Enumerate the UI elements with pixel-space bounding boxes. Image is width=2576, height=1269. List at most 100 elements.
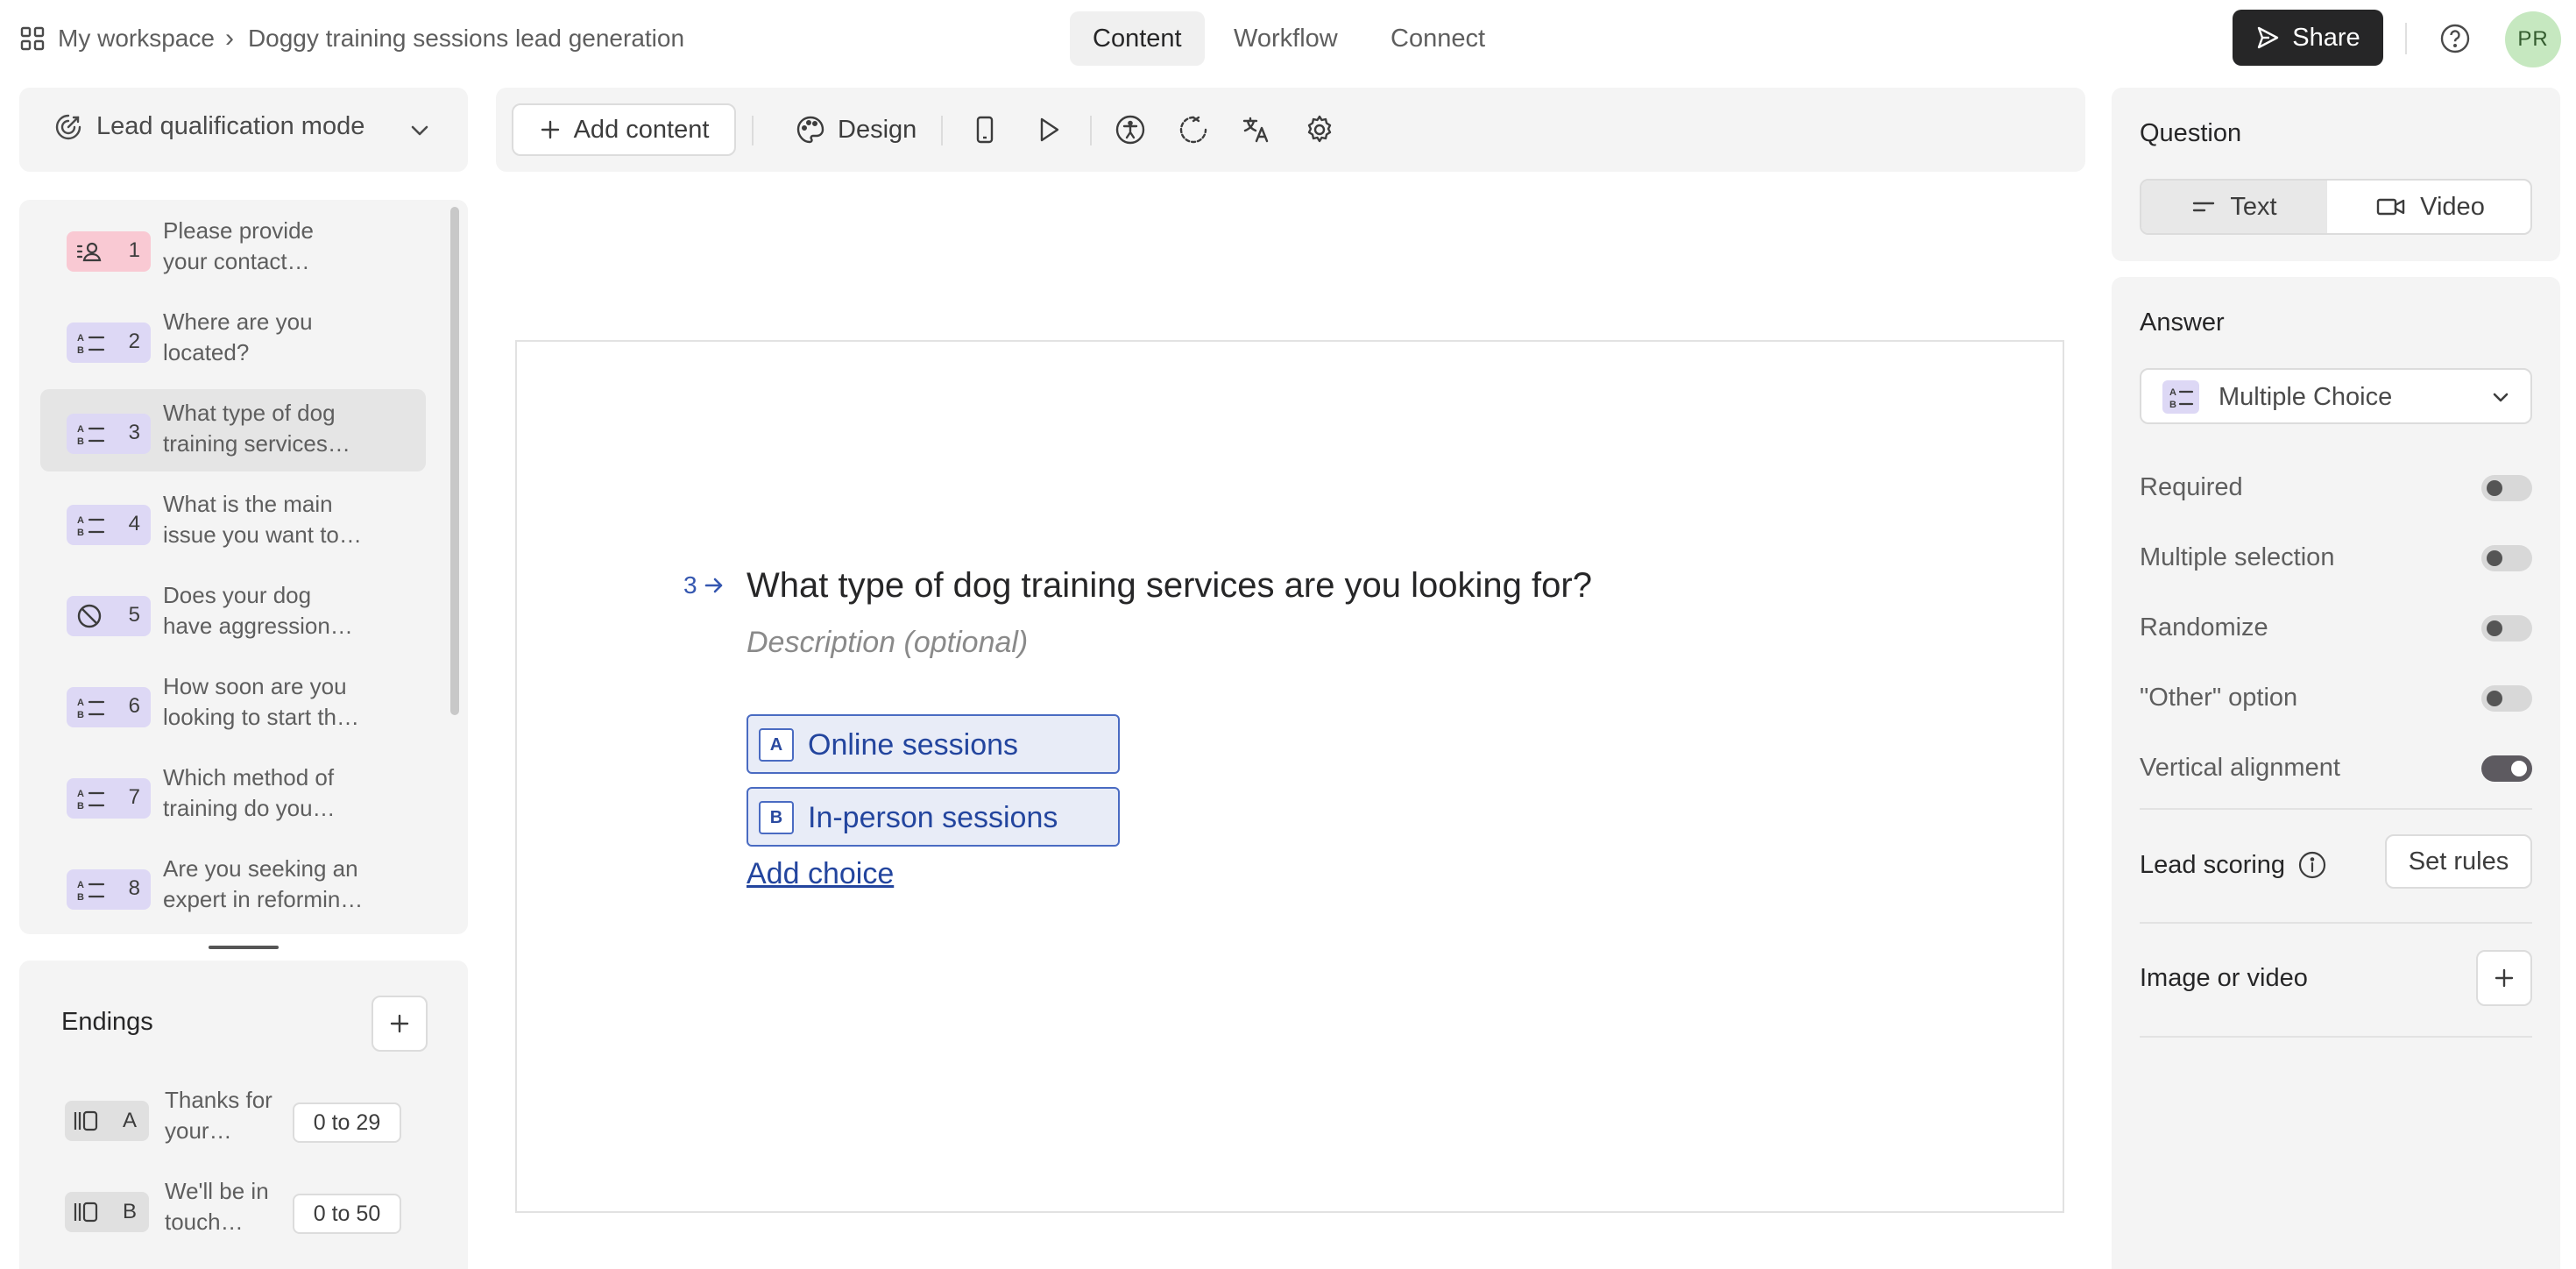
question-preview-line2: training services… xyxy=(163,430,350,457)
tab-connect[interactable]: Connect xyxy=(1368,11,1508,66)
info-icon[interactable] xyxy=(2297,850,2327,880)
setting-toggle[interactable] xyxy=(2481,475,2532,501)
sidebar-question-8[interactable]: A B 8 Are you seeking an expert in reformin… xyxy=(40,845,426,927)
tab-workflow[interactable]: Workflow xyxy=(1211,11,1361,66)
endings-panel: Endings A Thanks for your… 0 to 29 B We'll be… xyxy=(19,961,468,1269)
sidebar-question-3[interactable]: A B 3 What type of dog training services… xyxy=(40,389,426,471)
sidebar-question-4[interactable]: A B 4 What is the main issue you want to… xyxy=(40,480,426,563)
question-preview: What is the main issue you want to… xyxy=(163,489,391,550)
question-number-label: 3 xyxy=(683,571,697,599)
ending-score-range[interactable]: 0 to 50 xyxy=(293,1194,401,1234)
send-icon xyxy=(2255,25,2280,50)
accessibility-icon[interactable] xyxy=(1115,114,1146,145)
svg-text:B: B xyxy=(2169,400,2176,410)
settings-gear-icon[interactable] xyxy=(1304,114,1335,145)
setting-toggle[interactable] xyxy=(2481,615,2532,642)
add-content-button[interactable]: Add content xyxy=(512,103,736,156)
question-preview: Where are you located? xyxy=(163,307,391,368)
toggle-knob xyxy=(2487,620,2502,636)
panel-resize-handle[interactable] xyxy=(209,946,279,949)
mobile-preview-icon[interactable] xyxy=(969,114,1001,145)
sidebar-question-6[interactable]: A B 6 How soon are you looking to start th… xyxy=(40,663,426,745)
choice-label[interactable]: Online sessions xyxy=(808,728,1018,762)
choice-label[interactable]: In-person sessions xyxy=(808,801,1058,835)
choice-b[interactable]: B In-person sessions xyxy=(747,787,1120,847)
lead-mode-dropdown[interactable]: Lead qualification mode xyxy=(19,88,468,172)
svg-text:A: A xyxy=(77,424,84,435)
lead-scoring-label: Lead scoring xyxy=(2140,850,2286,879)
chevron-right-icon: › xyxy=(224,24,234,53)
question-type-badge: AB 7 xyxy=(67,778,151,819)
choice-key: A xyxy=(759,728,794,762)
translate-icon[interactable] xyxy=(1241,114,1272,145)
multiple-choice-icon: AB xyxy=(75,694,105,720)
question-preview: Please provide your contact… xyxy=(163,216,391,277)
setting-toggle[interactable] xyxy=(2481,545,2532,571)
question-preview: What type of dog training services… xyxy=(163,398,391,459)
design-button[interactable]: Design xyxy=(785,103,927,156)
toggle-knob xyxy=(2487,691,2502,706)
question-number: 3 xyxy=(683,571,725,599)
play-icon[interactable] xyxy=(1032,114,1064,145)
form-preview-canvas[interactable] xyxy=(515,340,2064,1213)
question-list[interactable]: 1 Please provide your contact… A B 2 Where are… xyxy=(19,200,468,934)
grid-icon[interactable] xyxy=(19,25,46,52)
question-type-badge: AB 3 xyxy=(67,414,151,454)
set-rules-button[interactable]: Set rules xyxy=(2385,834,2532,889)
breadcrumb-form-title[interactable]: Doggy training sessions lead generation xyxy=(248,25,684,53)
add-media-button[interactable] xyxy=(2476,950,2532,1006)
question-preview-line2: looking to start th… xyxy=(163,704,359,730)
question-type-badge: AB 6 xyxy=(67,687,151,727)
setting-label: "Other" option xyxy=(2140,684,2298,712)
divider xyxy=(2140,1036,2532,1038)
toggle-knob xyxy=(2487,480,2502,496)
ending-preview: Thanks for your… xyxy=(165,1085,296,1146)
question-preview-line1: How soon are you xyxy=(163,673,347,699)
sidebar-question-2[interactable]: A B 2 Where are you located? xyxy=(40,298,426,380)
choice-key: B xyxy=(759,801,794,834)
ending-badge: A xyxy=(65,1101,149,1141)
setting-toggle[interactable] xyxy=(2481,685,2532,712)
logic-icon[interactable] xyxy=(1178,114,1209,145)
question-type-video[interactable]: Video xyxy=(2327,181,2530,233)
tab-content[interactable]: Content xyxy=(1070,11,1205,66)
multiple-choice-icon: AB xyxy=(75,876,105,903)
sidebar-question-1[interactable]: 1 Please provide your contact… xyxy=(40,207,426,289)
answer-type-dropdown[interactable]: A B Multiple Choice xyxy=(2140,368,2532,424)
ending-preview-line2: touch… xyxy=(165,1209,244,1235)
question-number: 5 xyxy=(128,603,140,627)
avatar[interactable]: PR xyxy=(2505,11,2561,67)
chevron-down-icon xyxy=(2490,387,2511,408)
ending-a[interactable]: A Thanks for your… 0 to 29 xyxy=(19,1080,468,1162)
sidebar-question-7[interactable]: A B 7 Which method of training do you… xyxy=(40,754,426,836)
video-camera-icon xyxy=(2376,198,2405,216)
breadcrumb-workspace[interactable]: My workspace xyxy=(58,25,215,53)
share-button[interactable]: Share xyxy=(2233,10,2383,66)
question-preview: Does your dog have aggression… xyxy=(163,580,391,642)
svg-text:A: A xyxy=(2169,387,2176,398)
question-preview-line2: issue you want to… xyxy=(163,521,362,548)
choice-a[interactable]: A Online sessions xyxy=(747,714,1120,774)
setting-toggle[interactable] xyxy=(2481,755,2532,782)
ending-b[interactable]: B We'll be in touch… 0 to 50 xyxy=(19,1171,468,1253)
add-choice-link[interactable]: Add choice xyxy=(747,857,894,891)
sidebar-question-5[interactable]: 5 Does your dog have aggression… xyxy=(40,571,426,654)
svg-text:A: A xyxy=(77,789,84,799)
question-list-scrollbar[interactable] xyxy=(450,207,459,715)
divider xyxy=(2140,808,2532,810)
plus-icon xyxy=(541,120,559,139)
lead-scoring-row: Lead scoring xyxy=(2140,850,2327,880)
svg-text:A: A xyxy=(77,880,84,890)
question-title[interactable]: What type of dog training services are y… xyxy=(747,566,1592,606)
ending-score-range[interactable]: 0 to 29 xyxy=(293,1102,401,1143)
question-number: 1 xyxy=(128,238,140,262)
question-description-input[interactable]: Description (optional) xyxy=(747,626,1028,660)
question-type-text[interactable]: Text xyxy=(2141,181,2327,233)
ending-badge: B xyxy=(65,1192,149,1232)
question-preview-line2: expert in reformin… xyxy=(163,886,364,912)
add-ending-button[interactable] xyxy=(372,996,428,1052)
question-preview-line2: have aggression… xyxy=(163,613,353,639)
help-icon[interactable] xyxy=(2439,23,2471,54)
ending-preview-line1: Thanks for xyxy=(165,1087,272,1113)
question-settings-panel: Question Text Video xyxy=(2112,88,2560,261)
